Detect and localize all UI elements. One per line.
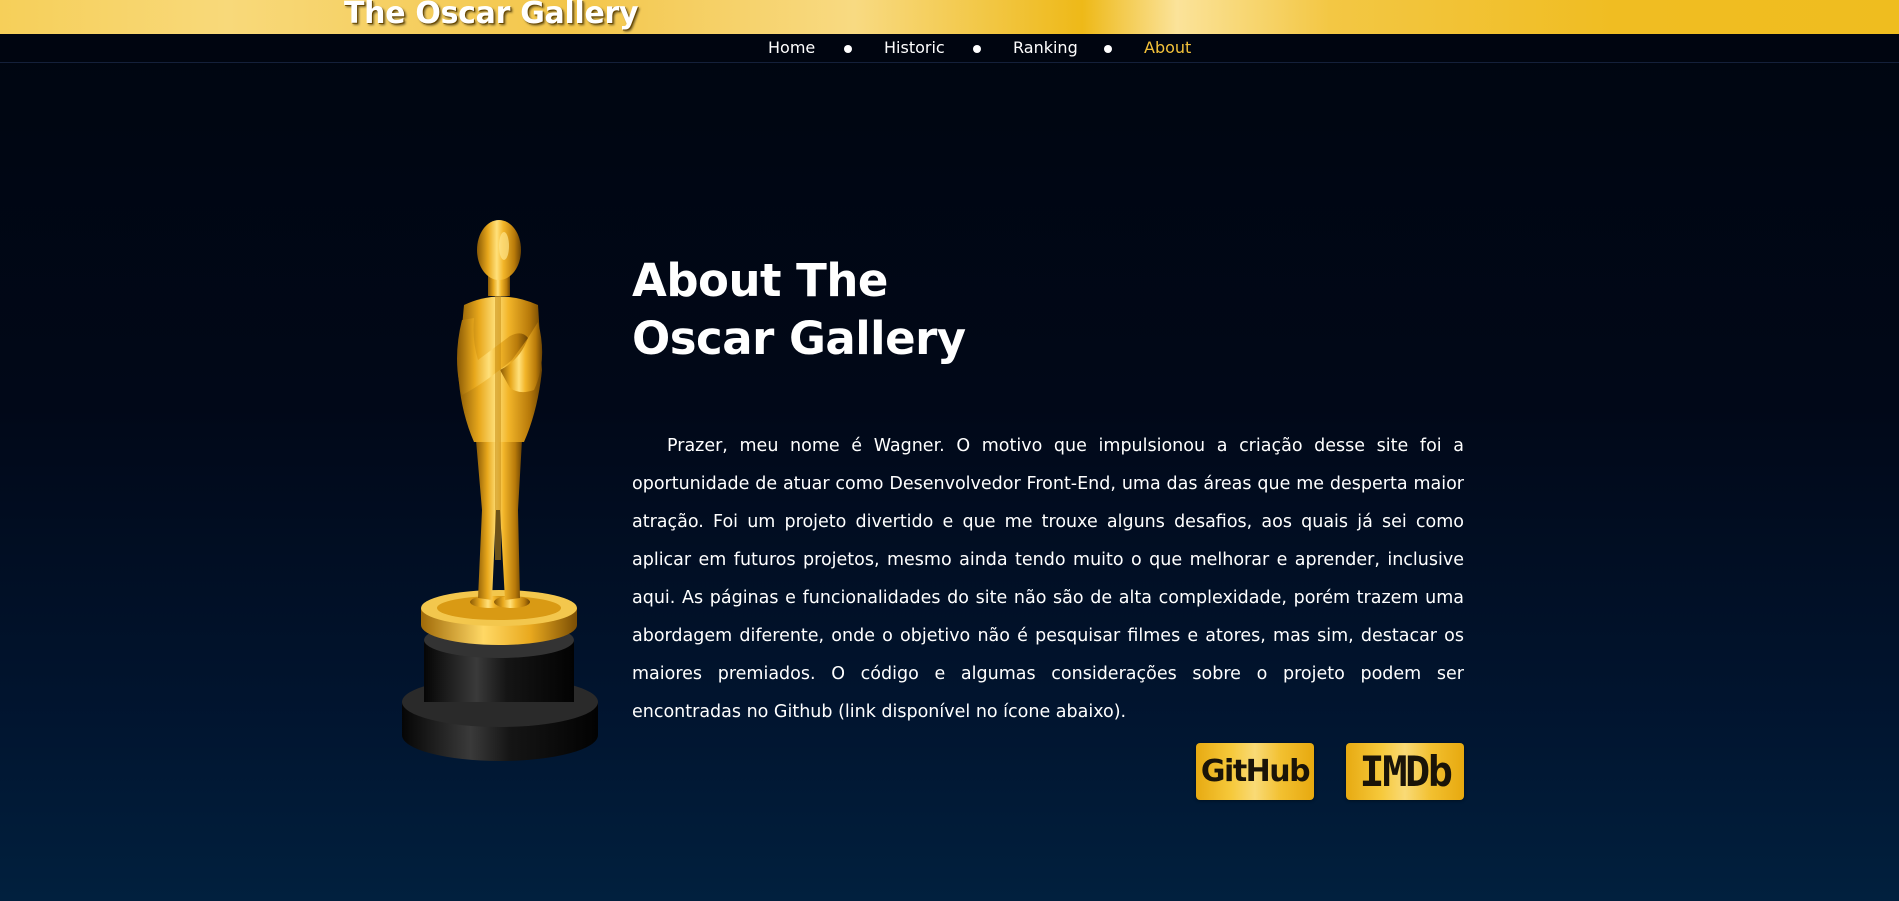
nav-item-home[interactable]: Home — [768, 38, 815, 57]
imdb-button[interactable]: IMDb — [1346, 743, 1464, 800]
site-title[interactable]: The Oscar Gallery — [344, 0, 639, 31]
about-title: About The Oscar Gallery — [632, 252, 1132, 368]
nav-list: Home Historic Ranking About — [0, 34, 1899, 62]
about-title-line2: Oscar Gallery — [632, 312, 966, 366]
nav-item-ranking[interactable]: Ranking — [1013, 38, 1078, 57]
github-label: GitHub — [1200, 754, 1311, 789]
about-paragraph: Prazer, meu nome é Wagner. O motivo que … — [632, 436, 1464, 722]
imdb-label: IMDb — [1359, 747, 1453, 796]
dot-icon — [844, 45, 852, 53]
oscar-statue-image — [392, 210, 612, 770]
nav-item-about[interactable]: About — [1144, 38, 1191, 57]
dot-icon — [973, 45, 981, 53]
github-button[interactable]: GitHub — [1196, 743, 1314, 800]
about-title-line1: About The — [632, 254, 888, 308]
header-banner: The Oscar Gallery — [0, 0, 1899, 34]
dot-icon — [1104, 45, 1112, 53]
main-nav: Home Historic Ranking About — [0, 34, 1899, 63]
nav-item-historic[interactable]: Historic — [884, 38, 945, 57]
